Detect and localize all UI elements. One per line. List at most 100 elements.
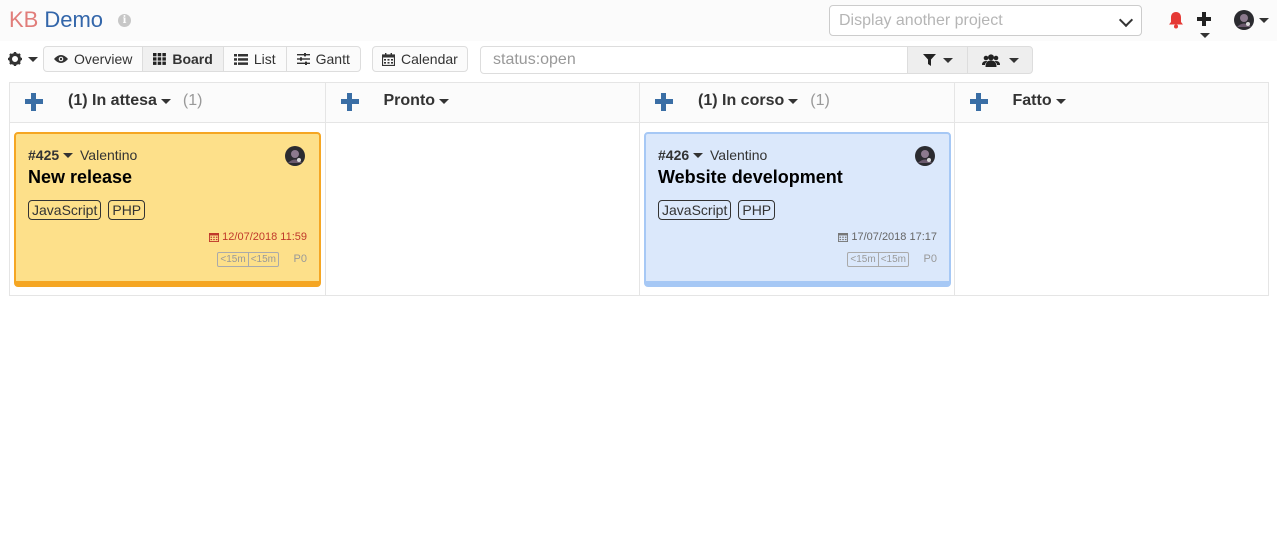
caret-down-icon — [1258, 17, 1269, 23]
board-column: Pronto — [324, 83, 639, 295]
task-owner: Valentino — [710, 147, 768, 163]
caret-down-icon — [63, 152, 74, 158]
column-title-label: (1) In corso — [698, 92, 785, 109]
task-time-tracking: <15m <15m — [217, 252, 279, 267]
caret-down-icon — [788, 98, 799, 104]
task-title[interactable]: Website development — [658, 167, 843, 188]
kanban-board: (1) In attesa (1) #425 Valentino New rel… — [9, 82, 1269, 296]
task-card[interactable]: #425 Valentino New release JavaScript PH… — [14, 132, 321, 287]
view-list-label: List — [253, 51, 276, 67]
column-header: Pronto — [325, 83, 639, 123]
view-switcher: Overview Board List Gantt — [43, 46, 361, 72]
column-title[interactable]: Pronto — [384, 92, 450, 110]
column-title[interactable]: (1) In corso (1) — [698, 92, 830, 110]
info-icon[interactable]: i — [118, 14, 131, 27]
add-task-icon[interactable] — [25, 93, 43, 111]
task-title[interactable]: New release — [28, 167, 132, 188]
add-task-icon[interactable] — [655, 93, 673, 111]
task-time-tracking: <15m <15m — [847, 252, 909, 267]
task-id: #425 — [28, 147, 60, 163]
sliders-icon — [296, 53, 310, 65]
column-header: (1) In corso (1) — [640, 83, 954, 123]
column-title-label: Pronto — [383, 92, 436, 109]
caret-down-icon — [1008, 57, 1019, 63]
tag: PHP — [738, 200, 776, 220]
gear-icon — [8, 52, 22, 67]
column-count: (1) — [182, 92, 203, 109]
create-menu[interactable] — [1197, 10, 1227, 39]
task-due-date: 17/07/2018 17:17 — [838, 231, 937, 243]
bell-icon[interactable] — [1168, 11, 1184, 29]
view-board-label: Board — [172, 51, 213, 67]
project-switcher[interactable]: Display another project — [829, 5, 1142, 36]
board-column: Fatto — [953, 83, 1268, 295]
view-board-button[interactable]: Board — [142, 46, 224, 72]
board-settings-menu[interactable] — [8, 50, 38, 70]
task-id-menu[interactable]: #426 — [658, 147, 704, 163]
filter-icon — [922, 54, 936, 66]
column-title-label: (1) In attesa — [68, 92, 157, 109]
add-task-icon[interactable] — [969, 93, 988, 111]
user-menu[interactable] — [1234, 10, 1274, 32]
calendar-icon — [382, 52, 395, 66]
avatar — [285, 146, 305, 166]
avatar — [915, 146, 935, 166]
add-task-icon[interactable] — [340, 93, 359, 111]
caret-down-icon — [439, 98, 450, 104]
column-header: Fatto — [954, 83, 1268, 123]
task-id: #426 — [658, 147, 690, 163]
plus-icon — [1197, 12, 1211, 27]
search-filter — [480, 46, 908, 74]
top-header: KB Demo i Display another project — [0, 0, 1277, 41]
task-spent: <15m — [247, 253, 278, 266]
calendar-button[interactable]: Calendar — [372, 46, 468, 72]
task-tags: JavaScript PHP — [658, 200, 776, 220]
app-logo[interactable]: KB Demo — [9, 6, 103, 34]
eye-icon — [54, 54, 68, 64]
view-list-button[interactable]: List — [222, 46, 287, 72]
calendar-label: Calendar — [401, 51, 458, 67]
task-id-menu[interactable]: #425 — [28, 147, 74, 163]
filter-menu-button[interactable] — [907, 46, 968, 74]
caret-down-icon — [1200, 33, 1210, 39]
board-column: (1) In corso (1) #426 Valentino Website … — [639, 83, 954, 295]
view-gantt-label: Gantt — [315, 51, 350, 67]
caret-down-icon — [693, 152, 704, 158]
caret-down-icon — [942, 57, 953, 63]
grid-icon — [153, 53, 167, 65]
view-gantt-button[interactable]: Gantt — [285, 46, 361, 72]
project-switcher-placeholder: Display another project — [839, 12, 1003, 29]
task-priority: P0 — [923, 253, 937, 265]
project-title[interactable]: Demo — [44, 7, 103, 32]
calendar-icon — [209, 233, 220, 242]
task-tags: JavaScript PHP — [28, 200, 146, 220]
list-icon — [233, 53, 248, 65]
column-header: (1) In attesa (1) — [10, 83, 325, 123]
tag: JavaScript — [658, 200, 732, 220]
calendar-icon — [838, 233, 849, 242]
caret-down-icon — [1055, 98, 1066, 104]
view-overview-button[interactable]: Overview — [43, 46, 144, 72]
task-card[interactable]: #426 Valentino Website development JavaS… — [644, 132, 951, 287]
logo-text: KB — [9, 7, 39, 32]
task-due-text: 17/07/2018 17:17 — [851, 231, 937, 243]
users-menu-button[interactable] — [967, 46, 1033, 74]
tag: PHP — [108, 200, 146, 220]
avatar — [1234, 10, 1254, 30]
task-estimate: <15m — [220, 254, 246, 265]
search-input[interactable] — [481, 47, 907, 73]
column-title-label: Fatto — [1012, 92, 1052, 109]
task-owner: Valentino — [80, 147, 138, 163]
task-spent: <15m — [877, 253, 908, 266]
tag: JavaScript — [28, 200, 102, 220]
view-overview-label: Overview — [74, 51, 133, 67]
column-title[interactable]: (1) In attesa (1) — [68, 92, 202, 110]
task-estimate: <15m — [850, 254, 876, 265]
chevron-down-icon — [1118, 12, 1134, 28]
caret-down-icon — [27, 56, 38, 62]
task-due-date: 12/07/2018 11:59 — [209, 231, 307, 243]
column-title[interactable]: Fatto — [1013, 92, 1066, 110]
column-count: (1) — [810, 92, 830, 109]
board-column: (1) In attesa (1) #425 Valentino New rel… — [10, 83, 325, 295]
caret-down-icon — [160, 98, 171, 104]
